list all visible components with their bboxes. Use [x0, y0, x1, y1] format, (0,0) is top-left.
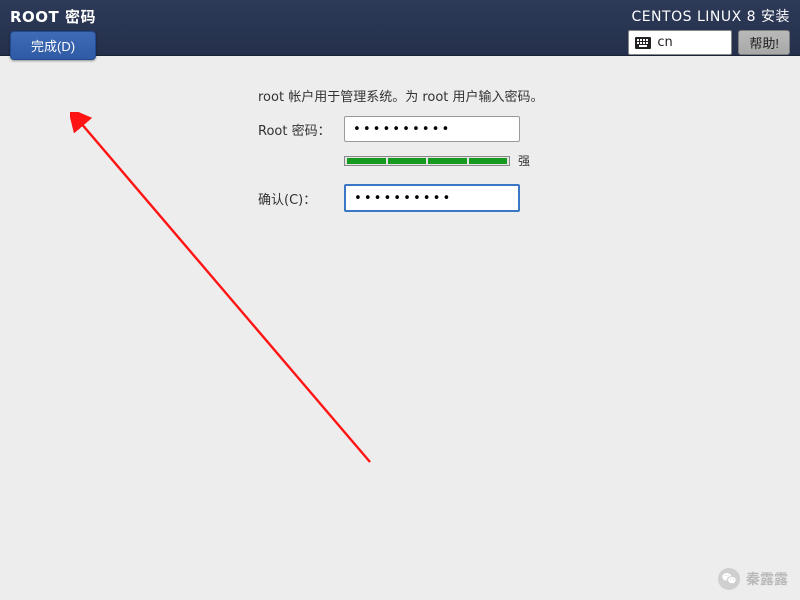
password-row: Root 密码：: [258, 116, 520, 142]
watermark: 秦露露: [718, 568, 788, 590]
keyboard-layout-selector[interactable]: cn: [628, 30, 732, 55]
confirm-row: 确认(C)：: [258, 184, 520, 212]
top-left-group: ROOT 密码 完成(D): [10, 6, 96, 60]
keyboard-layout-text: cn: [657, 35, 672, 50]
help-button[interactable]: 帮助!: [738, 30, 790, 55]
confirm-label: 确认(C)：: [258, 189, 344, 208]
watermark-author: 秦露露: [746, 569, 788, 589]
top-right-group: CENTOS LINUX 8 安装 cn 帮助!: [628, 6, 790, 55]
confirm-password-input[interactable]: [344, 184, 520, 212]
password-label: Root 密码：: [258, 120, 344, 139]
strength-seg-1: [347, 158, 386, 164]
main-area: root 帐户用于管理系统。为 root 用户输入密码。 Root 密码： 强 …: [0, 56, 800, 600]
strength-text: 强: [518, 152, 530, 169]
right-controls: cn 帮助!: [628, 30, 790, 55]
strength-meter: [344, 156, 510, 166]
product-title: CENTOS LINUX 8 安装: [631, 6, 790, 26]
root-password-input[interactable]: [344, 116, 520, 142]
strength-seg-2: [388, 158, 427, 164]
instructions-text: root 帐户用于管理系统。为 root 用户输入密码。: [258, 86, 544, 105]
strength-meter-group: 强: [344, 152, 530, 169]
page-title: ROOT 密码: [10, 6, 96, 27]
strength-seg-3: [428, 158, 467, 164]
wechat-icon: [718, 568, 740, 590]
keyboard-icon: [635, 37, 651, 49]
strength-seg-4: [469, 158, 508, 164]
installer-screen: ROOT 密码 完成(D) CENTOS LINUX 8 安装 cn 帮助! r…: [0, 0, 800, 600]
top-bar: ROOT 密码 完成(D) CENTOS LINUX 8 安装 cn 帮助!: [0, 0, 800, 56]
